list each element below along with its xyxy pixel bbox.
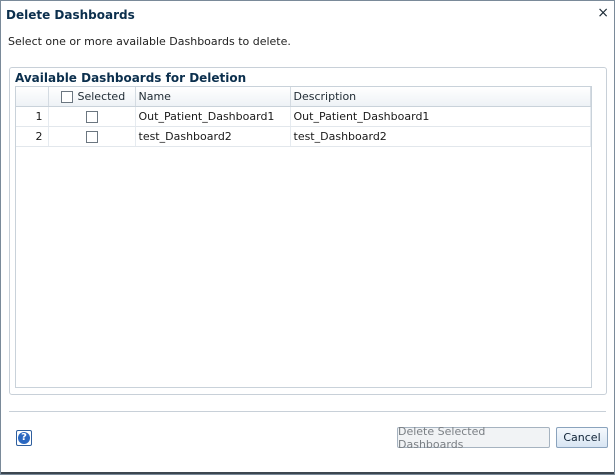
delete-dashboards-dialog: Delete Dashboards × Select one or more a…: [0, 0, 615, 475]
row-select-checkbox[interactable]: [85, 131, 98, 143]
row-select-cell: [48, 106, 136, 127]
table-row[interactable]: 2 test_Dashboard2 test_Dashboard2: [16, 126, 591, 147]
select-all-checkbox[interactable]: [60, 91, 73, 103]
selected-header-label: Selected: [77, 90, 126, 103]
footer-separator: [9, 411, 606, 412]
dashboard-description: test_Dashboard2: [290, 126, 591, 147]
dialog-title: Delete Dashboards: [6, 8, 135, 22]
row-number: 2: [16, 126, 49, 147]
name-column-header[interactable]: Name: [135, 87, 291, 107]
table-row[interactable]: 1 Out_Patient_Dashboard1 Out_Patient_Das…: [16, 106, 591, 127]
window-bottom-edge: [1, 472, 614, 474]
dashboard-name: Out_Patient_Dashboard1: [135, 106, 291, 127]
row-select-checkbox[interactable]: [85, 111, 98, 123]
row-number: 1: [16, 106, 49, 127]
help-glyph: ?: [18, 432, 30, 444]
table-header-row: Selected Name Description: [16, 87, 591, 107]
delete-selected-button[interactable]: Delete Selected Dashboards: [397, 425, 550, 451]
description-column-header[interactable]: Description: [290, 87, 591, 107]
cancel-button[interactable]: Cancel: [556, 427, 608, 448]
row-select-cell: [48, 126, 136, 147]
available-dashboards-panel: Available Dashboards for Deletion Select…: [9, 67, 607, 395]
dashboards-table: Selected Name Description 1 Out_Patient_…: [15, 86, 592, 388]
dashboard-name: test_Dashboard2: [135, 126, 291, 147]
instruction-text: Select one or more available Dashboards …: [8, 35, 291, 48]
help-icon[interactable]: ?: [16, 430, 32, 446]
selected-column-header: Selected: [48, 87, 136, 107]
row-number-header: [16, 87, 49, 107]
dashboard-description: Out_Patient_Dashboard1: [290, 106, 591, 127]
panel-heading: Available Dashboards for Deletion: [15, 71, 247, 85]
close-icon[interactable]: ×: [597, 5, 609, 21]
